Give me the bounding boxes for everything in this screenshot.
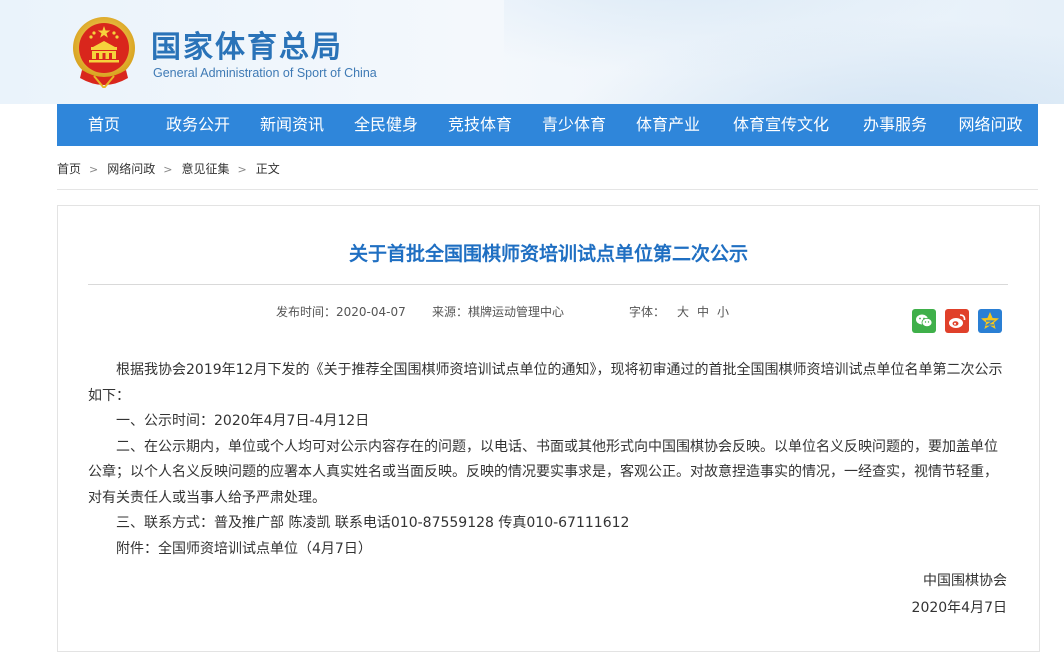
weibo-share-icon[interactable] — [945, 309, 969, 333]
nav-item-services[interactable]: 办事服务 — [847, 104, 943, 146]
attachment-label: 附件： — [116, 540, 158, 557]
qzone-share-icon[interactable] — [978, 309, 1002, 333]
article-title: 关于首批全国围棋师资培训试点单位第二次公示 — [348, 243, 748, 265]
nav-item-youth-sports[interactable]: 青少体育 — [527, 104, 621, 146]
attachment-line: 附件：全国师资培训试点单位（4月7日） — [88, 537, 1006, 563]
chevron-right-icon: > — [237, 163, 247, 176]
national-emblem-icon[interactable] — [72, 14, 136, 88]
breadcrumb-divider — [57, 189, 1038, 190]
article-paragraph: 三、联系方式：普及推广部 陈凌凯 联系电话010-87559128 传真010-… — [116, 515, 630, 531]
nav-item-news[interactable]: 新闻资讯 — [245, 104, 339, 146]
nav-item-sports-industry[interactable]: 体育产业 — [621, 104, 715, 146]
chevron-right-icon: > — [89, 163, 99, 176]
article-source: 来源：棋牌运动管理中心 — [432, 304, 564, 320]
signature-org: 中国围棋协会 — [923, 573, 1007, 589]
font-size-large[interactable]: 大 — [677, 305, 689, 319]
font-size-small[interactable]: 小 — [717, 305, 729, 319]
source-value: 棋牌运动管理中心 — [468, 305, 565, 319]
article-paragraph: 根据我协会2019年12月下发的《关于推荐全国围棋师资培训试点单位的通知》，现将… — [88, 362, 1003, 404]
nav-item-home[interactable]: 首页 — [57, 104, 151, 146]
font-size-medium[interactable]: 中 — [697, 305, 709, 319]
title-divider — [88, 284, 1008, 285]
main-nav: 首页 政务公开 新闻资讯 全民健身 竞技体育 青少体育 体育产业 体育宣传文化 … — [57, 104, 1038, 146]
nav-item-fitness[interactable]: 全民健身 — [339, 104, 433, 146]
breadcrumb: 首页 > 网络问政 > 意见征集 > 正文 — [57, 160, 280, 178]
breadcrumb-home[interactable]: 首页 — [57, 162, 81, 176]
attachment-link[interactable]: 全国师资培训试点单位（4月7日） — [158, 541, 372, 557]
breadcrumb-online-inquiry[interactable]: 网络问政 — [107, 162, 155, 176]
article-paragraph: 二、在公示期内，单位或个人均可对公示内容存在的问题，以电话、书面或其他形式向中国… — [88, 438, 998, 506]
breadcrumb-opinion-collection[interactable]: 意见征集 — [181, 162, 229, 176]
publish-time-label: 发布时间： — [276, 305, 337, 319]
font-size-label: 字体： — [629, 305, 666, 319]
header-decoration — [504, 0, 1064, 104]
publish-date: 2020-04-07 — [336, 305, 406, 319]
nav-item-sports-culture[interactable]: 体育宣传文化 — [715, 104, 847, 146]
site-title[interactable]: 国家体育总局 — [151, 22, 343, 66]
nav-item-competitive-sports[interactable]: 竞技体育 — [433, 104, 527, 146]
chevron-right-icon: > — [163, 163, 173, 176]
wechat-share-icon[interactable] — [912, 309, 936, 333]
article-body: 根据我协会2019年12月下发的《关于推荐全国围棋师资培训试点单位的通知》，现将… — [88, 358, 1006, 562]
nav-item-online-inquiry[interactable]: 网络问政 — [943, 104, 1038, 146]
font-size-switcher: 字体： 大中小 — [629, 304, 737, 320]
article-panel: 关于首批全国围棋师资培训试点单位第二次公示 发布时间：2020-04-07 来源… — [57, 205, 1040, 652]
site-header: 国家体育总局 General Administration of Sport o… — [0, 0, 1064, 104]
publish-time: 发布时间：2020-04-07 — [276, 304, 406, 320]
signature-date: 2020年4月7日 — [911, 600, 1007, 616]
source-label: 来源： — [432, 305, 469, 319]
article-paragraph: 一、公示时间：2020年4月7日-4月12日 — [116, 413, 370, 429]
nav-item-government-affairs[interactable]: 政务公开 — [151, 104, 245, 146]
breadcrumb-current: 正文 — [255, 162, 280, 176]
site-subtitle: General Administration of Sport of China — [153, 66, 377, 80]
